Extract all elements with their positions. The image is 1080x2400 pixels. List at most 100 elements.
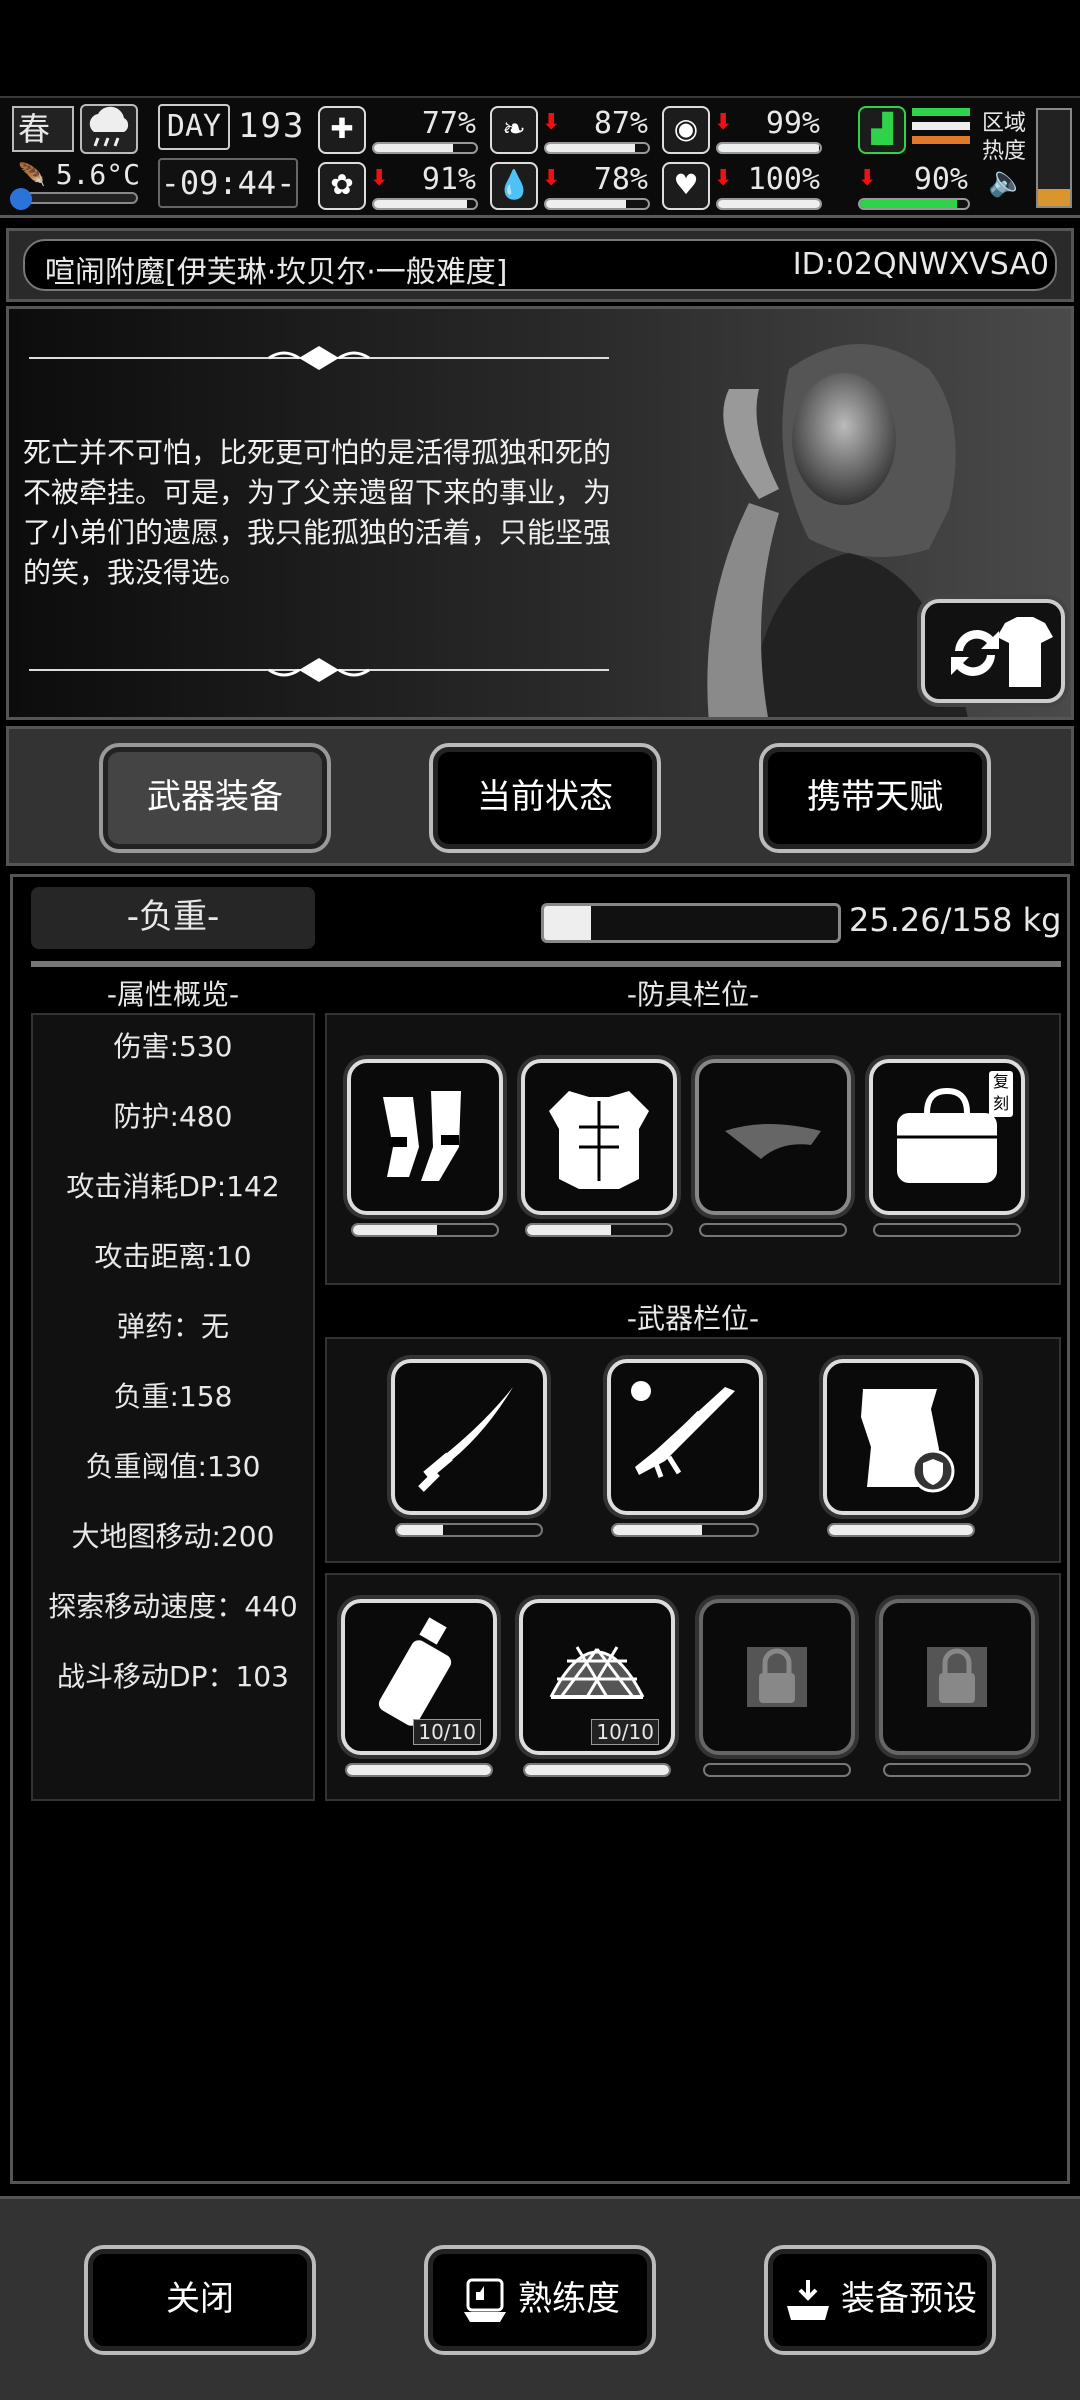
item-slot-2[interactable]: 10/10: [519, 1599, 675, 1777]
attr-map-move: 大地图移动:200: [71, 1520, 275, 1553]
down-arrow-icon: ⬇: [370, 166, 389, 191]
stat-fill: [546, 144, 635, 152]
gauntlets-icon: [383, 1091, 461, 1181]
clock: -09:44-: [158, 158, 298, 208]
down-arrow-icon: ⬇: [714, 166, 733, 191]
boot-icon: ▟: [858, 106, 906, 154]
down-arrow-icon: ⬇: [542, 166, 561, 191]
item-slots-panel: 10/10 10/10: [325, 1573, 1061, 1801]
character-title-bar: 喧闹附魔[伊芙琳·坎贝尔·一般难度] ID:02QNWXVSA0: [6, 228, 1074, 302]
replica-tag: 复刻: [989, 1071, 1013, 1117]
armor-slot-body[interactable]: [521, 1059, 677, 1237]
attr-damage: 伤害:530: [113, 1030, 233, 1063]
katana-icon: [418, 1387, 513, 1492]
stamina-stat: ▟: [858, 106, 974, 162]
down-arrow-icon: ⬇: [858, 166, 877, 191]
durability-bar: [395, 1523, 543, 1537]
tab-talents[interactable]: 携带天赋: [759, 743, 991, 853]
change-outfit-button[interactable]: [921, 599, 1065, 703]
weapon-slot-melee[interactable]: [391, 1359, 547, 1537]
durability-fill: [525, 1765, 669, 1775]
proficiency-icon: [464, 2278, 506, 2322]
stat-fill: [718, 144, 819, 152]
proficiency-label: 熟练度: [518, 2279, 620, 2319]
chest-armor-icon: [549, 1091, 649, 1189]
heat-label: 热度: [982, 139, 1027, 164]
item-slot-locked: [699, 1599, 855, 1777]
stamina-fill: [860, 200, 958, 208]
item-slot-1[interactable]: 10/10: [341, 1599, 497, 1777]
stat-bar: [372, 142, 478, 154]
region-heat-fill: [1038, 188, 1070, 206]
vital-stat: ✿ ⬇ 91%: [318, 162, 482, 218]
region-heat-label: 区域 热度: [982, 110, 1028, 166]
equipment-preset-button[interactable]: 装备预设: [764, 2245, 996, 2355]
down-arrow-icon: ⬇: [542, 110, 561, 135]
title-frame: 喧闹附魔[伊芙琳·坎贝尔·一般难度] ID:02QNWXVSA0: [23, 239, 1057, 291]
brain-icon: ✿: [318, 162, 366, 210]
inventory-screen: 春🪶 5.6°C DAY 193 -09:44- ✚ 77% ❧ ⬇ 87% ◉ ⬇ 99% ✿…: [0, 0, 1080, 2400]
stat-bar: [544, 142, 650, 154]
durability-fill: [347, 1765, 491, 1775]
durability-bar: [703, 1763, 851, 1777]
item-box: [699, 1599, 855, 1755]
lock-icon: [747, 1647, 807, 1707]
stat-bar: [716, 142, 822, 154]
attr-ammo: 弹药：无: [116, 1310, 229, 1343]
stat-value: 77%: [421, 106, 476, 141]
durability-bar: [351, 1223, 499, 1237]
durability-bar: [345, 1763, 493, 1777]
durability-fill: [829, 1525, 973, 1535]
armor-slot-gloves[interactable]: [347, 1059, 503, 1237]
stat-fill: [374, 144, 453, 152]
durability-bar: [699, 1223, 847, 1237]
water-drop-icon: 💧: [490, 162, 538, 210]
speaker-icon[interactable]: 🔈: [988, 164, 1025, 199]
item-box: [879, 1599, 1035, 1755]
down-arrow-icon: ⬇: [714, 110, 733, 135]
item-count: 10/10: [413, 1719, 481, 1745]
footer-bar: 关闭 熟练度 装备预设: [0, 2196, 1080, 2400]
status-bar: 春🪶 5.6°C DAY 193 -09:44- ✚ 77% ❧ ⬇ 87% ◉ ⬇ 99% ✿…: [0, 96, 1080, 218]
attr-attack-cost: 攻击消耗DP:142: [66, 1170, 280, 1203]
stat-value: 100%: [747, 162, 820, 197]
temperature-bar: [10, 188, 138, 210]
stamina-segment: [912, 122, 970, 130]
armor-slot-bag[interactable]: 复刻: [869, 1059, 1025, 1237]
equipment-panel: -负重- 25.26/158 kg -属性概览- 伤害:530 防护:480 攻…: [10, 874, 1070, 2184]
durability-bar: [883, 1763, 1031, 1777]
attr-load: 负重:158: [113, 1380, 233, 1413]
tab-weapons-equipment[interactable]: 武器装备: [99, 743, 331, 853]
attr-combat-move: 战斗移动DP：103: [57, 1660, 289, 1693]
weapon-slot-ranged[interactable]: [607, 1359, 763, 1537]
durability-bar: [827, 1523, 975, 1537]
close-button[interactable]: 关闭: [84, 2245, 316, 2355]
armor-box: 复刻: [869, 1059, 1025, 1215]
weapon-box: [823, 1359, 979, 1515]
character-portrait-panel: 死亡并不可怕，比死更可怕的是活得孤独和死的不被牵挂。可是，为了父亲遗留下来的事业…: [6, 306, 1074, 720]
stat-bar: [716, 198, 822, 210]
proficiency-button[interactable]: 熟练度: [424, 2245, 656, 2355]
season-text: 春: [18, 110, 51, 148]
stat-fill: [546, 200, 626, 208]
armor-box: [521, 1059, 677, 1215]
stomach-icon: ❧: [490, 106, 538, 154]
tab-bar: 武器装备 当前状态 携带天赋: [6, 726, 1074, 866]
preset-label: 装备预设: [841, 2279, 977, 2319]
stamina-bar: [858, 198, 970, 210]
durability-fill: [613, 1525, 703, 1535]
durability-fill: [353, 1225, 437, 1235]
region-heat-meter: [1036, 108, 1072, 208]
armor-slot-head[interactable]: [695, 1059, 851, 1237]
load-bar: [541, 903, 841, 943]
weapon-slot-shield[interactable]: [823, 1359, 979, 1537]
stat-fill: [374, 200, 467, 208]
item-slot-locked: [879, 1599, 1035, 1777]
vital-stat: ✚ 77%: [318, 106, 482, 162]
stamina-segment: [912, 136, 970, 144]
tab-current-status[interactable]: 当前状态: [429, 743, 661, 853]
shield-plate-icon: [861, 1389, 955, 1493]
stat-fill: [718, 200, 820, 208]
durability-bar: [611, 1523, 759, 1537]
preset-icon: [787, 2279, 829, 2320]
